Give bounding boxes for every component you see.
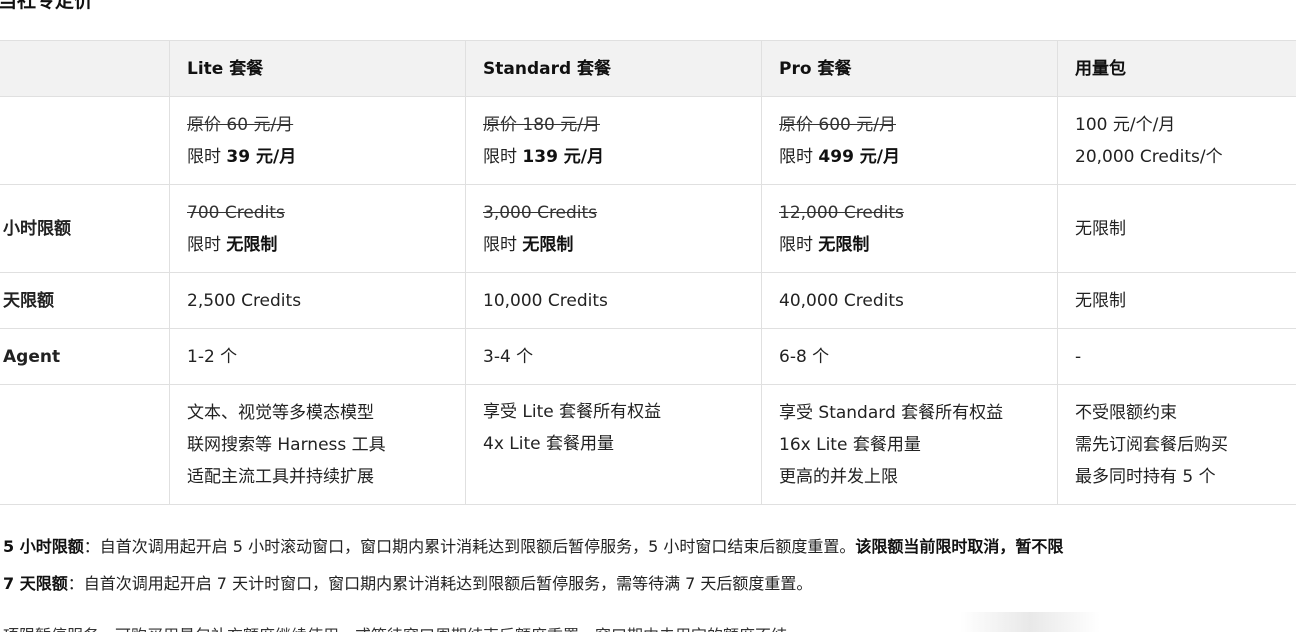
row-label-7d-limit: 天限额 <box>0 272 170 329</box>
sale-limit: 限时 无限制 <box>187 234 278 255</box>
cell-pack-price: 100 元/个/月 20,000 Credits/个 <box>1057 96 1296 185</box>
cell-lite-features: 文本、视觉等多模态模型 联网搜索等 Harness 工具 适配主流工具并持续扩展 <box>169 384 466 505</box>
feature-item: 文本、视觉等多模态模型 <box>187 402 374 423</box>
cell-standard-7d: 10,000 Credits <box>465 272 762 329</box>
table-row: 小时限额 700 Credits 限时 无限制 3,000 Credits 限时… <box>0 184 1296 273</box>
cell-standard-agent: 3-4 个 <box>465 328 762 385</box>
table-row: 文本、视觉等多模态模型 联网搜索等 Harness 工具 适配主流工具并持续扩展… <box>0 384 1296 505</box>
blurred-overlay <box>960 612 1100 632</box>
cell-pro-5h: 12,000 Credits 限时 无限制 <box>761 184 1058 273</box>
feature-item: 16x Lite 套餐用量 <box>779 434 921 455</box>
table-row: Agent 1-2 个 3-4 个 6-8 个 - <box>0 328 1296 385</box>
table-header-row: Lite 套餐 Standard 套餐 Pro 套餐 用量包 <box>0 40 1296 97</box>
cell-pack-agent: - <box>1057 328 1296 385</box>
header-pro: Pro 套餐 <box>761 40 1058 97</box>
sale-price: 限时 139 元/月 <box>483 146 605 167</box>
feature-item: 最多同时持有 5 个 <box>1075 466 1216 487</box>
cell-pack-7d: 无限制 <box>1057 272 1296 329</box>
cell-standard-5h: 3,000 Credits 限时 无限制 <box>465 184 762 273</box>
sale-limit: 限时 无限制 <box>483 234 574 255</box>
feature-item: 4x Lite 套餐用量 <box>483 434 615 454</box>
cell-lite-5h: 700 Credits 限时 无限制 <box>169 184 466 273</box>
cell-pro-features: 享受 Standard 套餐所有权益 16x Lite 套餐用量 更高的并发上限 <box>761 384 1058 505</box>
feature-item: 享受 Lite 套餐所有权益 <box>483 402 662 422</box>
row-label-agent: Agent <box>0 328 170 385</box>
table-row: 原价 60 元/月 限时 39 元/月 原价 180 元/月 限时 139 元/… <box>0 96 1296 185</box>
cell-pro-7d: 40,000 Credits <box>761 272 1058 329</box>
note-5h-limit: 5 小时限额：自首次调用起开启 5 小时滚动窗口，窗口期内累计消耗达到限额后暂停… <box>3 537 1064 556</box>
original-limit: 3,000 Credits <box>483 202 598 223</box>
page-heading: 当社专定价 <box>0 0 94 12</box>
cell-standard-price: 原价 180 元/月 限时 139 元/月 <box>465 96 762 185</box>
cell-pack-5h: 无限制 <box>1057 184 1296 273</box>
header-usage-pack: 用量包 <box>1057 40 1296 97</box>
row-label-features <box>0 384 170 505</box>
table-row: 天限额 2,500 Credits 10,000 Credits 40,000 … <box>0 272 1296 329</box>
sale-limit: 限时 无限制 <box>779 234 870 255</box>
original-limit: 12,000 Credits <box>779 202 904 223</box>
sale-price: 限时 499 元/月 <box>779 146 901 167</box>
row-label-5h-limit: 小时限额 <box>0 184 170 273</box>
cell-lite-agent: 1-2 个 <box>169 328 466 385</box>
pricing-table: Lite 套餐 Standard 套餐 Pro 套餐 用量包 原价 60 元/月… <box>0 40 1296 505</box>
cell-pro-agent: 6-8 个 <box>761 328 1058 385</box>
header-empty <box>0 40 170 97</box>
header-lite: Lite 套餐 <box>169 40 466 97</box>
feature-item: 需先订阅套餐后购买 <box>1075 434 1228 455</box>
note-7d-limit: 7 天限额：自首次调用起开启 7 天计时窗口，窗口期内累计消耗达到限额后暂停服务… <box>3 574 813 593</box>
cell-lite-7d: 2,500 Credits <box>169 272 466 329</box>
original-price: 原价 180 元/月 <box>483 114 600 135</box>
feature-item: 更高的并发上限 <box>779 466 898 487</box>
cell-lite-price: 原价 60 元/月 限时 39 元/月 <box>169 96 466 185</box>
note-overflow: 项限暂停服务，可购买用量包补充额度继续使用，或等待窗口周期结束后额度重置。窗口期… <box>3 622 787 632</box>
feature-item: 享受 Standard 套餐所有权益 <box>779 402 1004 423</box>
cell-pack-features: 不受限额约束 需先订阅套餐后购买 最多同时持有 5 个 <box>1057 384 1296 505</box>
feature-item: 不受限额约束 <box>1075 402 1177 423</box>
feature-item: 适配主流工具并持续扩展 <box>187 466 374 487</box>
feature-item: 联网搜索等 Harness 工具 <box>187 434 386 455</box>
original-limit: 700 Credits <box>187 202 285 223</box>
row-label-price <box>0 96 170 185</box>
original-price: 原价 60 元/月 <box>187 114 294 135</box>
header-standard: Standard 套餐 <box>465 40 762 97</box>
original-price: 原价 600 元/月 <box>779 114 896 135</box>
pack-price: 100 元/个/月 <box>1075 114 1176 135</box>
cell-standard-features: 享受 Lite 套餐所有权益 4x Lite 套餐用量 <box>465 384 762 505</box>
sale-price: 限时 39 元/月 <box>187 146 297 167</box>
pack-credits: 20,000 Credits/个 <box>1075 146 1223 167</box>
cell-pro-price: 原价 600 元/月 限时 499 元/月 <box>761 96 1058 185</box>
